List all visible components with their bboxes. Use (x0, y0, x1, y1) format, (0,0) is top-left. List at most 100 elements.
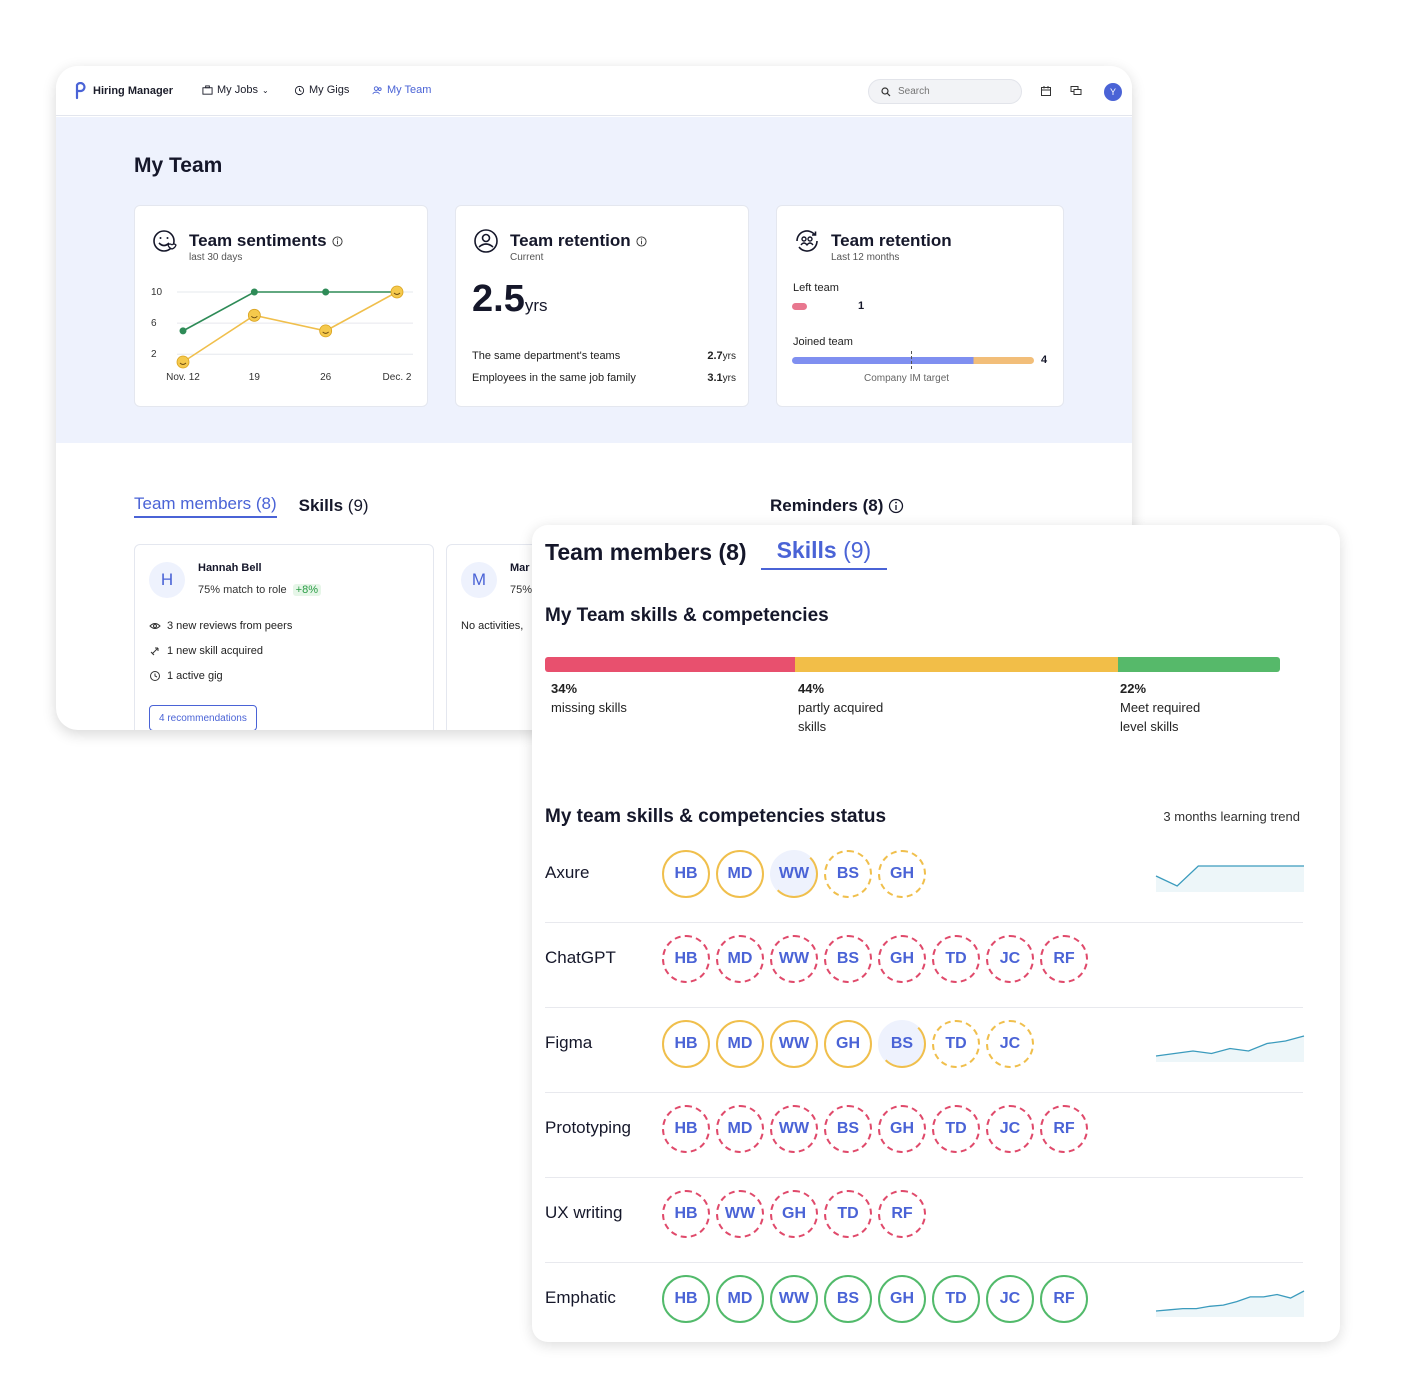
member-skill-chip[interactable]: WW (770, 1020, 818, 1068)
member-skill-chip[interactable]: WW (770, 850, 818, 898)
member-skill-chip[interactable]: JC (986, 935, 1034, 983)
member-skill-chip[interactable]: TD (932, 935, 980, 983)
breakdown-segment (545, 657, 795, 672)
member-skill-chip[interactable]: JC (986, 1105, 1034, 1153)
retention-compare-row: Employees in the same job family 3.1yrs (472, 372, 736, 384)
member-skill-chip[interactable]: GH (824, 1020, 872, 1068)
member-skill-chip[interactable]: RF (1040, 1275, 1088, 1323)
member-skill-chip[interactable]: RF (878, 1190, 926, 1238)
member-card[interactable]: H Hannah Bell 75% match to role +8% 3 ne… (134, 544, 434, 730)
emoji-point (176, 355, 190, 369)
info-icon[interactable] (636, 235, 647, 247)
member-skill-chip[interactable]: MD (716, 935, 764, 983)
learning-trend-sparkline (1155, 1290, 1305, 1317)
search-icon (881, 86, 891, 96)
member-skill-chip[interactable]: HB (662, 1190, 710, 1238)
user-circle-icon (474, 229, 498, 253)
member-skill-chip[interactable]: GH (878, 850, 926, 898)
breakdown-label: 22% Meet required level skills (1120, 679, 1220, 736)
nav-my-jobs-label: My Jobs (217, 84, 258, 96)
trend-heading: 3 months learning trend (1163, 809, 1300, 824)
left-team-bar (792, 303, 808, 310)
data-point (322, 288, 330, 296)
member-name: Mar (510, 562, 530, 574)
top-navigation: Hiring Manager My Jobs ⌄ My Gigs My Team… (56, 66, 1132, 116)
skills-panel: Team members (8) Skills (9) My Team skil… (532, 525, 1340, 1342)
member-skill-chip[interactable]: WW (770, 1275, 818, 1323)
user-avatar[interactable]: Y (1104, 83, 1122, 101)
retention-title: Team retention (510, 231, 631, 250)
member-skill-chip[interactable]: BS (824, 935, 872, 983)
learning-trend-sparkline (1155, 1035, 1305, 1062)
nav-my-gigs[interactable]: My Gigs (294, 84, 349, 96)
member-skill-chip[interactable]: JC (986, 1020, 1034, 1068)
member-skill-chip[interactable]: WW (770, 935, 818, 983)
series-line (182, 291, 398, 363)
chat-icon[interactable] (1070, 85, 1082, 97)
member-skill-chip[interactable]: BS (824, 1105, 872, 1153)
nav-my-team-label: My Team (387, 84, 432, 96)
info-icon[interactable] (332, 235, 343, 247)
member-skill-chip[interactable]: GH (878, 935, 926, 983)
rocket-icon (150, 647, 159, 656)
brand[interactable]: Hiring Manager (74, 82, 173, 100)
activity-text: 3 new reviews from peers (167, 620, 293, 632)
member-skill-chip[interactable]: MD (716, 1105, 764, 1153)
sentiments-line-chart: 10 6 2 Nov. 12 19 26 Dec. 2 (151, 285, 413, 383)
member-skill-chip[interactable]: HB (662, 1020, 710, 1068)
back-tabs: Team members (8) Skills (9) (134, 494, 369, 518)
retention-compare-row: The same department's teams 2.7yrs (472, 350, 736, 362)
front-tabs: Team members (8) Skills (9) (545, 537, 888, 570)
page-title: My Team (134, 154, 223, 177)
target-label: Company IM target (864, 373, 950, 384)
breakdown-pct: 22% (1120, 681, 1147, 696)
member-skill-chip[interactable]: GH (878, 1105, 926, 1153)
member-avatar: H (149, 562, 185, 598)
member-skill-chip[interactable]: BS (824, 850, 872, 898)
tab-team-members[interactable]: Team members (8) (545, 539, 747, 570)
member-skill-chip[interactable]: HB (662, 1275, 710, 1323)
tab-skills[interactable]: Skills (9) (299, 496, 369, 518)
member-skill-chip[interactable]: JC (986, 1275, 1034, 1323)
recommendations-button[interactable]: 4 recommendations (149, 705, 257, 730)
calendar-icon[interactable] (1040, 85, 1052, 97)
compare-label: The same department's teams (472, 350, 621, 362)
member-skill-chip[interactable]: TD (932, 1105, 980, 1153)
member-skill-chip[interactable]: TD (932, 1275, 980, 1323)
member-skill-chip[interactable]: TD (932, 1020, 980, 1068)
tab-skills[interactable]: Skills (9) (760, 537, 888, 570)
search-box[interactable] (868, 79, 1022, 104)
tab-members-label: Team members (545, 539, 713, 565)
member-skill-chip[interactable]: GH (770, 1190, 818, 1238)
reminders-label: Reminders (8) (770, 496, 884, 515)
member-skill-chip[interactable]: BS (878, 1020, 926, 1068)
skill-row: UX writing HB WW GH TD RF (545, 1178, 1303, 1263)
compare-value: 2.7yrs (707, 350, 736, 362)
member-skill-chip[interactable]: RF (1040, 935, 1088, 983)
tab-skills-label: Skills (776, 537, 837, 563)
y-tick-label: 10 (151, 287, 163, 298)
member-avatar: M (461, 562, 497, 598)
member-skill-chip[interactable]: HB (662, 850, 710, 898)
nav-my-jobs[interactable]: My Jobs ⌄ (202, 84, 269, 96)
member-skill-chip[interactable]: GH (878, 1275, 926, 1323)
member-skill-chip[interactable]: WW (770, 1105, 818, 1153)
status-title: My team skills & competencies status (545, 806, 887, 827)
breakdown-segment (1118, 657, 1280, 672)
member-skill-chip[interactable]: WW (716, 1190, 764, 1238)
member-skill-chip[interactable]: TD (824, 1190, 872, 1238)
member-skill-chip[interactable]: MD (716, 850, 764, 898)
member-skill-chip[interactable]: RF (1040, 1105, 1088, 1153)
tab-team-members[interactable]: Team members (8) (134, 494, 277, 518)
nav-my-team[interactable]: My Team (372, 84, 431, 96)
activity-text: 1 new skill acquired (167, 645, 263, 657)
member-skill-chip[interactable]: MD (716, 1275, 764, 1323)
left-team-label: Left team (793, 282, 839, 294)
member-skill-chip[interactable]: MD (716, 1020, 764, 1068)
info-icon[interactable] (888, 498, 904, 514)
search-input[interactable] (898, 86, 1008, 97)
member-skill-chip[interactable]: HB (662, 935, 710, 983)
member-skill-chip[interactable]: BS (824, 1275, 872, 1323)
compare-unit: yrs (722, 351, 736, 362)
member-skill-chip[interactable]: HB (662, 1105, 710, 1153)
